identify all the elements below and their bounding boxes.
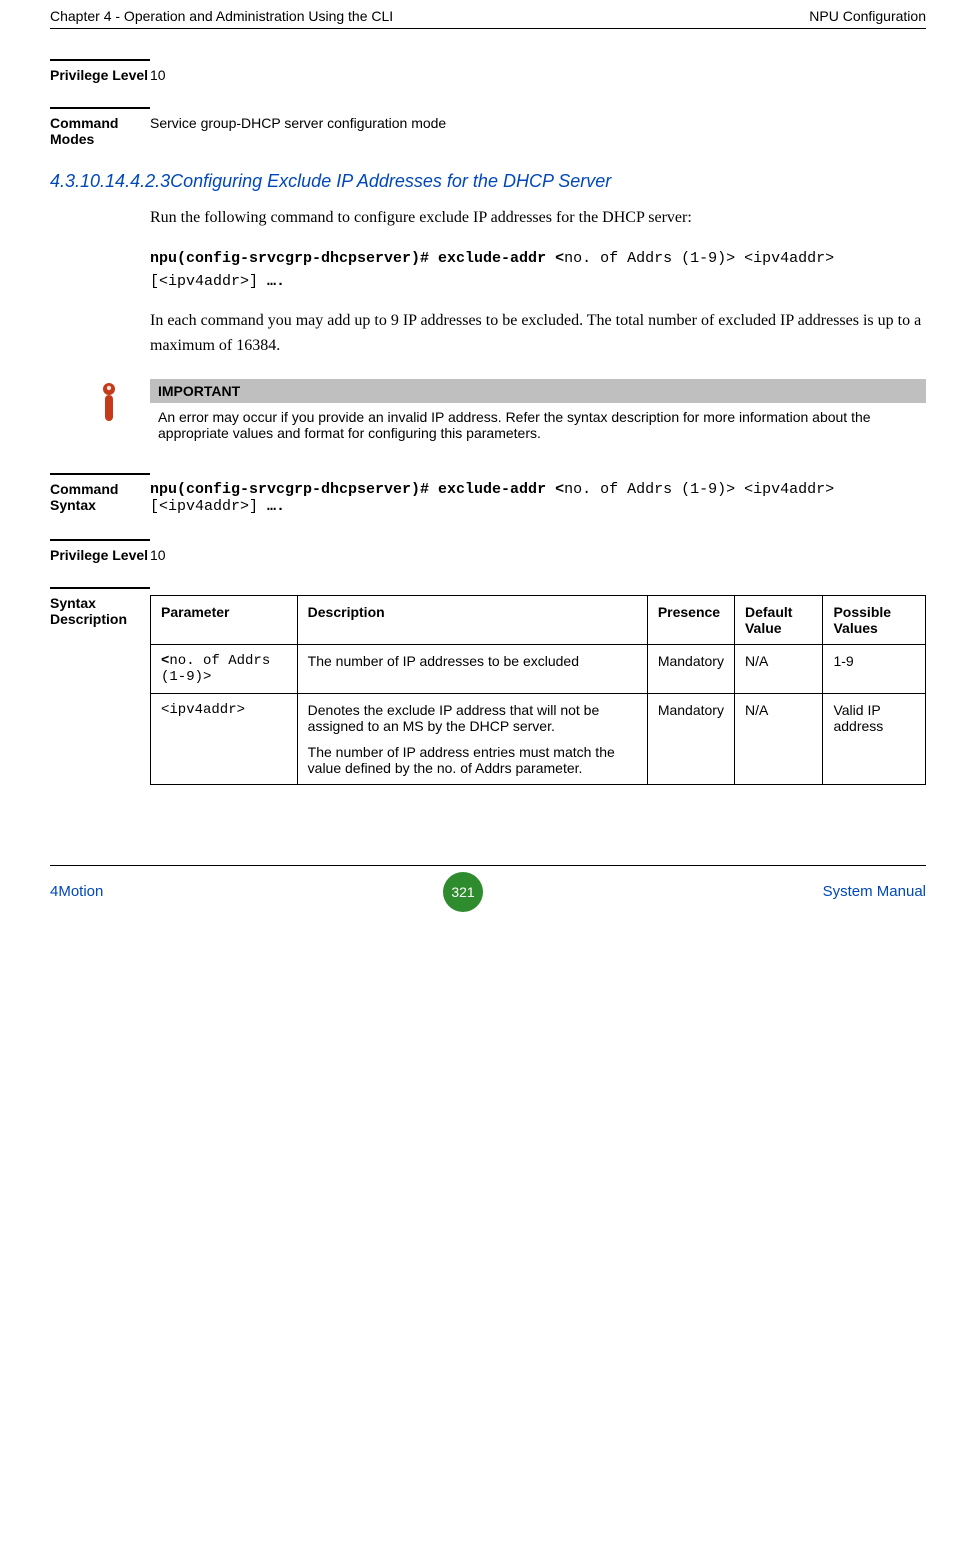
- paragraph-2: In each command you may add up to 9 IP a…: [150, 309, 926, 359]
- th-default: Default Value: [734, 595, 823, 644]
- td-desc-0: The number of IP addresses to be exclude…: [297, 644, 647, 693]
- th-description: Description: [297, 595, 647, 644]
- cmd1-bold2: ….: [267, 273, 285, 290]
- td-presence-1: Mandatory: [647, 693, 734, 784]
- syntax-table: Parameter Description Presence Default V…: [150, 595, 926, 785]
- command-line-1: npu(config-srvcgrp-dhcpserver)# exclude-…: [150, 247, 926, 294]
- table-header-row: Parameter Description Presence Default V…: [151, 595, 926, 644]
- privilege-level-block-2: Privilege Level 10: [50, 547, 926, 563]
- td-default-1: N/A: [734, 693, 823, 784]
- privilege-label-2: Privilege Level: [50, 547, 150, 563]
- td-param-1-rest: <ipv4addr>: [161, 702, 245, 718]
- td-desc-1: Denotes the exclude IP address that will…: [297, 693, 647, 784]
- privilege-value-2: 10: [150, 547, 926, 563]
- page-footer: 4Motion 321 System Manual: [50, 865, 926, 912]
- td-desc-1-a: Denotes the exclude IP address that will…: [308, 702, 637, 734]
- td-param-0: <no. of Addrs (1-9)>: [151, 644, 298, 693]
- cs-bold1: npu(config-srvcgrp-dhcpserver)# exclude-…: [150, 481, 564, 498]
- td-desc-0-a: The number of IP addresses to be exclude…: [308, 653, 637, 669]
- th-possible: Possible Values: [823, 595, 926, 644]
- td-presence-0: Mandatory: [647, 644, 734, 693]
- syntax-description-label: Syntax Description: [50, 595, 150, 627]
- td-possible-1: Valid IP address: [823, 693, 926, 784]
- table-row: <no. of Addrs (1-9)> The number of IP ad…: [151, 644, 926, 693]
- th-presence: Presence: [647, 595, 734, 644]
- page-header: Chapter 4 - Operation and Administration…: [50, 0, 926, 29]
- header-left: Chapter 4 - Operation and Administration…: [50, 8, 393, 24]
- command-modes-block: Command Modes Service group-DHCP server …: [50, 115, 926, 147]
- important-body: An error may occur if you provide an inv…: [150, 403, 926, 447]
- syntax-description-block: Syntax Description Parameter Description…: [50, 595, 926, 785]
- command-modes-value: Service group-DHCP server configuration …: [150, 115, 926, 147]
- cmd1-bold1: npu(config-srvcgrp-dhcpserver)# exclude-…: [150, 250, 564, 267]
- privilege-level-block-1: Privilege Level 10: [50, 67, 926, 83]
- section-number: 4.3.10.14.4.2.3: [50, 171, 170, 191]
- td-possible-0: 1-9: [823, 644, 926, 693]
- table-row: <ipv4addr> Denotes the exclude IP addres…: [151, 693, 926, 784]
- privilege-label-1: Privilege Level: [50, 67, 150, 83]
- privilege-value-1: 10: [150, 67, 926, 83]
- section-title: Configuring Exclude IP Addresses for the…: [170, 171, 611, 191]
- header-right: NPU Configuration: [809, 8, 926, 24]
- important-callout: IMPORTANT An error may occur if you prov…: [150, 379, 926, 447]
- td-param-1: <ipv4addr>: [151, 693, 298, 784]
- command-syntax-label: Command Syntax: [50, 481, 150, 515]
- cs-bold2: ….: [267, 498, 285, 515]
- td-default-0: N/A: [734, 644, 823, 693]
- section-heading: 4.3.10.14.4.2.3Configuring Exclude IP Ad…: [50, 171, 926, 192]
- command-syntax-value: npu(config-srvcgrp-dhcpserver)# exclude-…: [150, 481, 926, 515]
- important-header: IMPORTANT: [150, 379, 926, 403]
- page-number-badge: 321: [443, 872, 483, 912]
- paragraph-1: Run the following command to configure e…: [150, 206, 926, 231]
- command-modes-label: Command Modes: [50, 115, 150, 147]
- footer-right: System Manual: [823, 883, 926, 900]
- footer-left: 4Motion: [50, 883, 103, 900]
- td-param-0-rest: no. of Addrs (1-9)>: [161, 653, 270, 685]
- command-syntax-block: Command Syntax npu(config-srvcgrp-dhcpse…: [50, 481, 926, 515]
- td-desc-1-b: The number of IP address entries must ma…: [308, 744, 637, 776]
- important-icon: [96, 383, 122, 427]
- th-parameter: Parameter: [151, 595, 298, 644]
